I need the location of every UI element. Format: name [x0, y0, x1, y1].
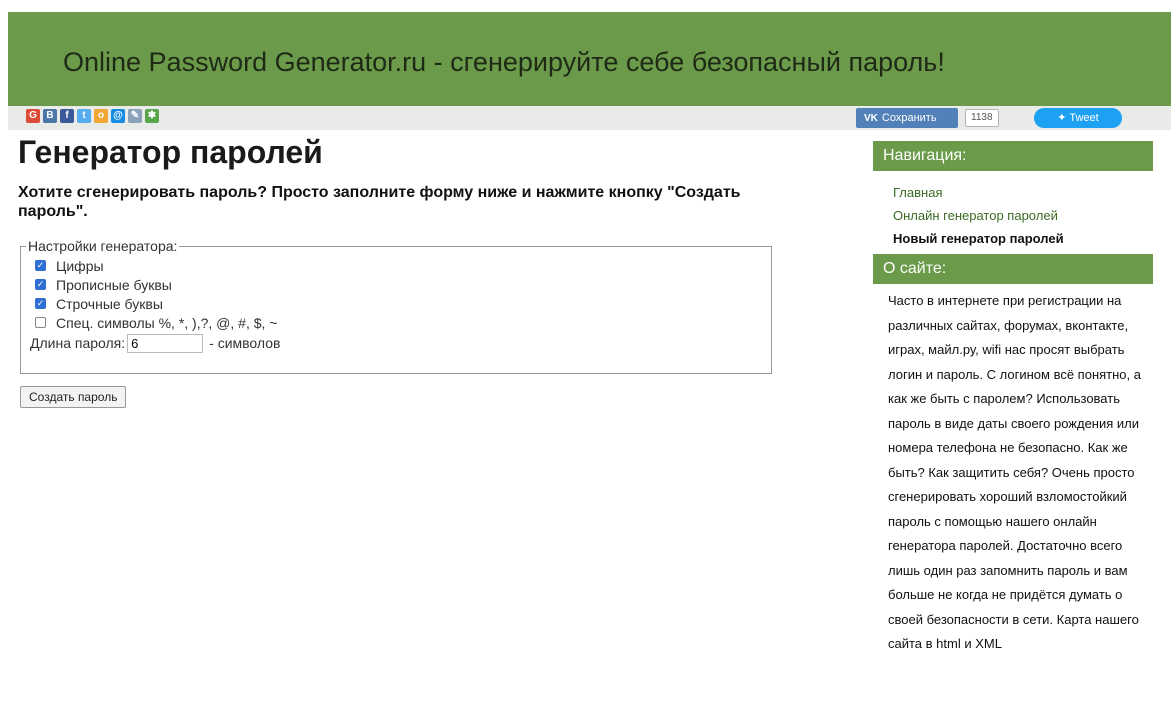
option-label: Строчные буквы	[56, 295, 163, 312]
nav-list: Главная Онлайн генератор паролей Новый г…	[873, 171, 1153, 254]
twitter-bird-icon: ✦	[1057, 112, 1067, 124]
moikrug-icon[interactable]: ✱	[145, 109, 159, 123]
settings-legend: Настройки генератора:	[28, 238, 178, 254]
share-bar: G B f t o @ ✎ ✱ VK Сохранить 1138 ✦ Tweet	[8, 106, 1171, 130]
option-label: Цифры	[56, 257, 104, 274]
option-digits[interactable]: ✓ Цифры	[30, 256, 763, 275]
option-uppercase[interactable]: ✓ Прописные буквы	[30, 275, 763, 294]
length-label: Длина пароля:	[30, 335, 126, 351]
lowercase-checkbox[interactable]: ✓	[35, 298, 46, 309]
facebook-icon[interactable]: f	[60, 109, 74, 123]
google-plus-icon[interactable]: G	[26, 109, 40, 123]
option-lowercase[interactable]: ✓ Строчные буквы	[30, 294, 763, 313]
vk-save-label: Сохранить	[881, 112, 937, 124]
vk-logo-icon: VK	[864, 113, 878, 124]
about-heading: О сайте:	[873, 254, 1153, 284]
vk-save-button[interactable]: VK Сохранить	[856, 108, 958, 128]
main-content: Генератор паролей Хотите сгенерировать п…	[18, 134, 818, 374]
special-checkbox[interactable]	[35, 317, 46, 328]
length-suffix: - символов	[209, 335, 281, 351]
nav-item-new-generator[interactable]: Новый генератор паролей	[873, 227, 1153, 250]
uppercase-checkbox[interactable]: ✓	[35, 279, 46, 290]
nav-item-home[interactable]: Главная	[873, 181, 1153, 204]
tweet-label: Tweet	[1069, 112, 1099, 124]
intro-text: Хотите сгенерировать пароль? Просто запо…	[18, 184, 741, 220]
generator-settings: Настройки генератора: ✓ Цифры ✓ Прописны…	[20, 238, 772, 374]
vk-icon[interactable]: B	[43, 109, 57, 123]
nav-item-online-generator[interactable]: Онлайн генератор паролей	[873, 204, 1153, 227]
page-title: Генератор паролей	[18, 134, 323, 170]
odnoklassniki-icon[interactable]: o	[94, 109, 108, 123]
option-special[interactable]: Спец. символы %, *, ),?, @, #, $, ~	[30, 313, 763, 332]
twitter-icon[interactable]: t	[77, 109, 91, 123]
tweet-button[interactable]: ✦ Tweet	[1034, 108, 1122, 128]
site-header: Online Password Generator.ru - сгенериру…	[8, 12, 1171, 106]
sidebar: Навигация: Главная Онлайн генератор паро…	[873, 141, 1153, 657]
length-row: Длина пароля: - символов	[30, 332, 763, 354]
vk-share-count: 1138	[965, 109, 999, 127]
length-input[interactable]	[127, 333, 204, 353]
nav-heading: Навигация:	[873, 141, 1153, 171]
option-label: Прописные буквы	[56, 276, 172, 293]
create-password-button[interactable]: Создать пароль	[20, 386, 127, 408]
about-text: Часто в интернете при регистрации на раз…	[888, 293, 1141, 651]
digits-checkbox[interactable]: ✓	[35, 260, 46, 271]
option-label: Спец. символы %, *, ),?, @, #, $, ~	[56, 314, 278, 331]
livejournal-icon[interactable]: ✎	[128, 109, 142, 123]
mailru-icon[interactable]: @	[111, 109, 125, 123]
site-title[interactable]: Online Password Generator.ru - сгенериру…	[63, 47, 945, 78]
share-icons: G B f t o @ ✎ ✱	[26, 109, 159, 123]
